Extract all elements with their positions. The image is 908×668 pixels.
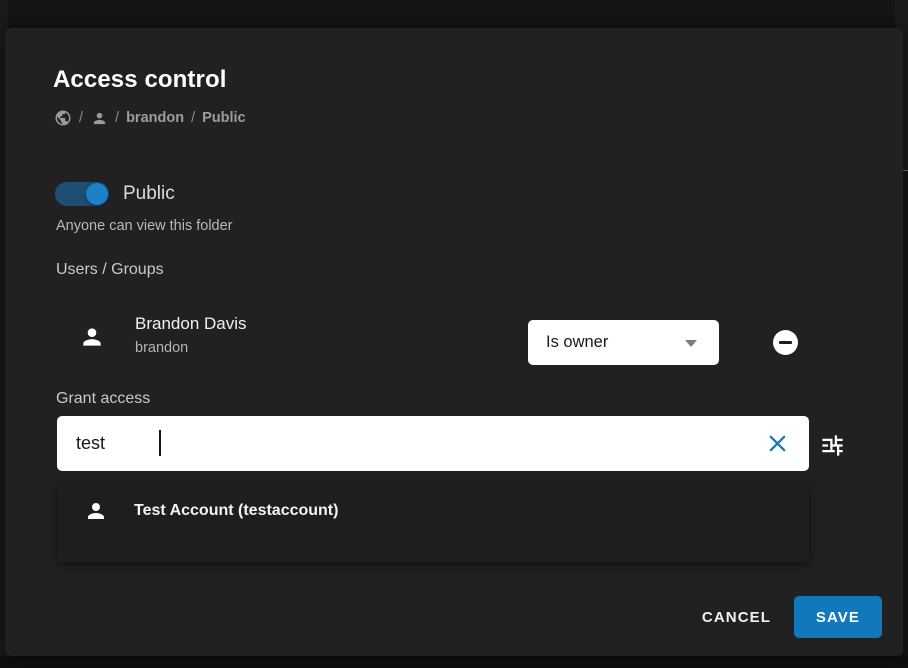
public-toggle-switch[interactable] — [55, 182, 109, 206]
person-icon — [84, 499, 108, 523]
list-item[interactable]: Test Account (testaccount) — [58, 483, 809, 539]
minus-circle-icon — [779, 341, 792, 344]
public-toggle-label: Public — [123, 183, 175, 204]
public-toggle-row: Public — [55, 180, 175, 208]
breadcrumb: / / brandon / Public — [54, 108, 246, 128]
person-icon — [79, 324, 105, 350]
globe-icon[interactable] — [54, 109, 72, 127]
search-input[interactable] — [74, 427, 738, 460]
role-select-value: Is owner — [546, 333, 609, 351]
public-toggle-help-text: Anyone can view this folder — [56, 218, 233, 234]
chevron-down-icon — [685, 340, 697, 347]
suggestion-label: Test Account (testaccount) — [134, 502, 339, 519]
grant-access-search-field[interactable] — [57, 416, 809, 471]
background-bottom-strip — [0, 656, 908, 668]
breadcrumb-item-public[interactable]: Public — [202, 110, 246, 126]
users-groups-section-label: Users / Groups — [56, 261, 164, 278]
user-handle: brandon — [135, 340, 189, 356]
close-icon[interactable] — [766, 432, 789, 455]
dialog-footer: CANCEL SAVE — [5, 582, 903, 656]
text-cursor — [159, 430, 161, 456]
table-row: Brandon Davis brandon Is owner — [53, 310, 853, 374]
cancel-button[interactable]: CANCEL — [688, 596, 785, 638]
search-suggestions-dropdown: Test Account (testaccount) — [58, 483, 809, 562]
breadcrumb-separator-3: / — [191, 110, 196, 126]
public-toggle-knob — [86, 183, 108, 205]
grant-access-label: Grant access — [56, 390, 151, 407]
breadcrumb-separator-2: / — [115, 110, 120, 126]
page-root: Access control / / brandon / Public Publ… — [0, 0, 908, 668]
breadcrumb-separator-1: / — [79, 110, 84, 126]
background-top-strip — [0, 0, 908, 16]
remove-user-button[interactable] — [773, 330, 798, 355]
save-button[interactable]: SAVE — [793, 596, 882, 638]
breadcrumb-item-brandon[interactable]: brandon — [126, 110, 184, 126]
page-title: Access control — [53, 66, 227, 93]
access-control-dialog: Access control / / brandon / Public Publ… — [5, 28, 903, 656]
person-icon[interactable] — [90, 109, 108, 127]
user-display-name: Brandon Davis — [135, 314, 247, 333]
tune-icon[interactable] — [819, 432, 846, 459]
role-select[interactable]: Is owner — [528, 320, 719, 365]
